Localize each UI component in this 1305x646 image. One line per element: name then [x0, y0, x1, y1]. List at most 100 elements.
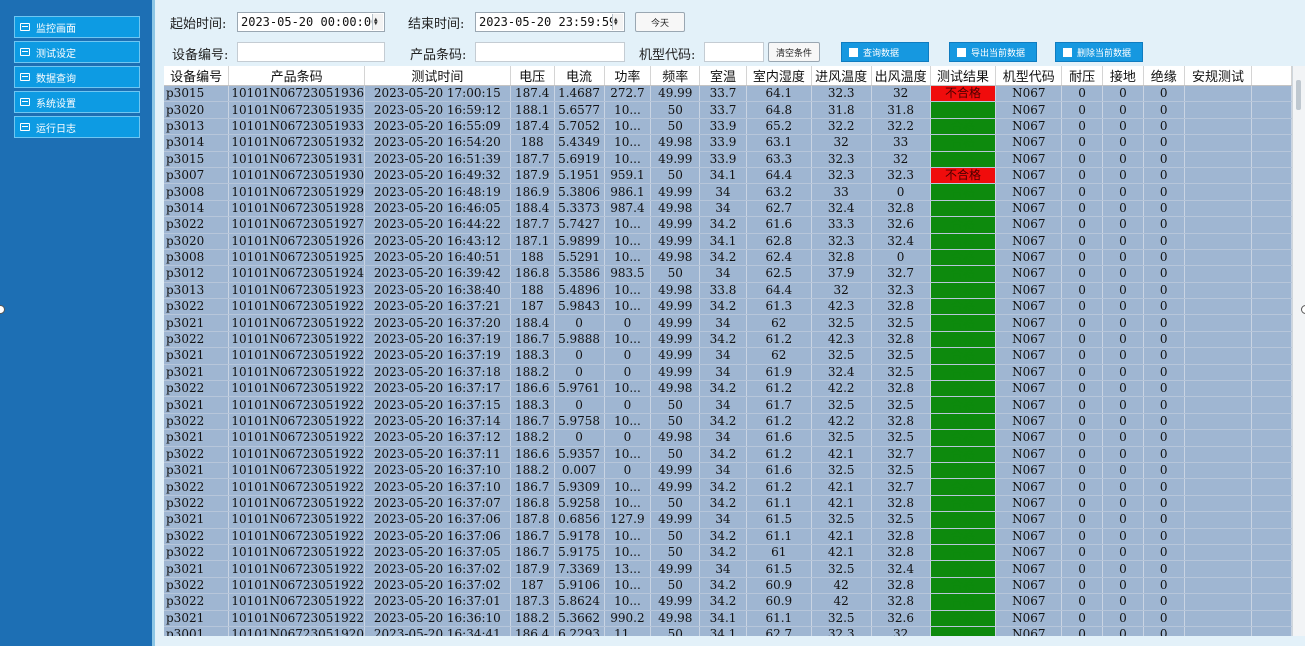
- delete-data-button[interactable]: 删除当前数据: [1055, 42, 1143, 62]
- table-row[interactable]: p3022 10101N06723051922 2023-05-20 16:37:2…: [164, 298, 1292, 316]
- query-data-button[interactable]: 查询数据: [841, 42, 929, 62]
- column-header[interactable]: 产品条码: [228, 66, 365, 86]
- table-row[interactable]: p3022 10101N06723051922 2023-05-20 16:37:1…: [164, 478, 1292, 496]
- model-code-input[interactable]: [704, 42, 764, 62]
- column-header[interactable]: 室内湿度: [746, 66, 812, 86]
- table-row[interactable]: p3020 10101N06723051926 2023-05-20 16:43:1…: [164, 233, 1292, 250]
- table-cell: 0: [1143, 495, 1185, 513]
- table-cell: 0: [1061, 282, 1103, 300]
- end-time-spinner-icon[interactable]: [612, 11, 623, 33]
- end-time-picker[interactable]: 2023-05-20 23:59:59: [475, 11, 625, 33]
- column-header[interactable]: 接地: [1102, 66, 1144, 86]
- table-row[interactable]: p3014 10101N06723051932 2023-05-20 16:54:2…: [164, 134, 1292, 152]
- table-row[interactable]: p3022 10101N06723051922 2023-05-20 16:37:1…: [164, 380, 1292, 398]
- table-row[interactable]: p3021 10101N06723051922 2023-05-20 16:37:1…: [164, 347, 1292, 365]
- export-data-button[interactable]: 导出当前数据: [949, 42, 1037, 62]
- device-id-input[interactable]: [237, 42, 385, 62]
- table-row[interactable]: p3007 10101N06723051930 2023-05-20 16:49:3…: [164, 167, 1292, 185]
- table-row[interactable]: p3021 10101N06723051922 2023-05-20 16:37:1…: [164, 429, 1292, 447]
- clear-conditions-button[interactable]: 清空条件: [768, 42, 820, 62]
- table-row[interactable]: p3021 10101N06723051922 2023-05-20 16:37:2…: [164, 314, 1292, 332]
- table-cell: 5.7427: [554, 216, 605, 234]
- scrollbar-thumb[interactable]: [1296, 80, 1301, 110]
- table-cell: 60.9: [746, 577, 812, 595]
- table-cell: 合格: [930, 101, 997, 119]
- table-cell: 32.5: [871, 364, 931, 382]
- table-cell: 合格: [930, 544, 997, 562]
- column-header[interactable]: 出风温度: [871, 66, 931, 86]
- table-row[interactable]: p3021 10101N06723051922 2023-05-20 16:37:1…: [164, 396, 1292, 414]
- column-header[interactable]: 测试结果: [930, 66, 997, 86]
- table-row[interactable]: p3021 10101N06723051922 2023-05-20 16:37:1…: [164, 462, 1292, 480]
- table-row[interactable]: p3013 10101N06723051933 2023-05-20 16:55:0…: [164, 118, 1292, 136]
- column-header[interactable]: 室温: [699, 66, 747, 86]
- table-cell: 61.3: [746, 298, 812, 316]
- table-cell: p3021: [164, 560, 230, 578]
- table-cell: N067: [995, 118, 1063, 136]
- table-cell: 0: [1102, 101, 1144, 119]
- table-cell: 0: [1143, 314, 1185, 332]
- table-cell: 959.1: [604, 167, 652, 185]
- table-row[interactable]: p3008 10101N06723051925 2023-05-20 16:40:5…: [164, 249, 1292, 267]
- sidebar-item-monitor[interactable]: 监控画面: [14, 16, 140, 38]
- start-time-picker[interactable]: 2023-05-20 00:00:00: [237, 11, 385, 33]
- table-cell: 0: [1143, 577, 1185, 595]
- table-row[interactable]: p3001 10101N06723051920 2023-05-20 16:34:4…: [164, 626, 1292, 636]
- table-cell: p3021: [164, 314, 230, 332]
- table-row[interactable]: p3013 10101N06723051923 2023-05-20 16:38:4…: [164, 282, 1292, 300]
- table-row[interactable]: p3022 10101N06723051922 2023-05-20 16:37:1…: [164, 413, 1292, 431]
- table-row[interactable]: p3012 10101N06723051924 2023-05-20 16:39:4…: [164, 265, 1292, 283]
- table-row[interactable]: p3022 10101N06723051922 2023-05-20 16:37:1…: [164, 446, 1292, 463]
- table-row[interactable]: p3022 10101N06723051922 2023-05-20 16:37:0…: [164, 577, 1292, 595]
- table-cell: 0: [1102, 495, 1144, 513]
- sidebar-item-run-log[interactable]: 运行日志: [14, 116, 140, 138]
- column-header[interactable]: 测试时间: [364, 66, 511, 86]
- table-cell: p3007: [164, 167, 230, 185]
- table-row[interactable]: p3015 10101N06723051931 2023-05-20 16:51:3…: [164, 151, 1292, 168]
- table-cell: 合格: [930, 446, 997, 463]
- column-header[interactable]: 电压: [510, 66, 555, 86]
- start-time-spinner-icon[interactable]: [372, 11, 383, 33]
- table-row[interactable]: p3015 10101N06723051936 2023-05-20 17:00:1…: [164, 85, 1292, 103]
- start-time-value: 2023-05-20 00:00:00: [241, 15, 379, 29]
- table-row[interactable]: p3021 10101N06723051922 2023-05-20 16:37:0…: [164, 560, 1292, 578]
- sidebar-item-system-settings[interactable]: 系统设置: [14, 91, 140, 113]
- table-row[interactable]: p3022 10101N06723051922 2023-05-20 16:37:0…: [164, 593, 1292, 611]
- table-cell: 187.7: [510, 216, 555, 234]
- column-header[interactable]: 绝缘: [1143, 66, 1185, 86]
- column-header[interactable]: 设备编号: [164, 66, 230, 86]
- table-cell: 5.9888: [554, 331, 605, 349]
- table-row[interactable]: p3022 10101N06723051922 2023-05-20 16:37:0…: [164, 495, 1292, 513]
- vertical-scrollbar[interactable]: [1292, 66, 1305, 636]
- column-header[interactable]: 机型代码: [995, 66, 1063, 86]
- column-header[interactable]: 频率: [650, 66, 701, 86]
- table-row[interactable]: p3022 10101N06723051922 2023-05-20 16:37:0…: [164, 528, 1292, 545]
- today-button[interactable]: 今天: [635, 12, 685, 32]
- column-header[interactable]: 安规测试: [1184, 66, 1253, 86]
- data-grid[interactable]: 设备编号 产品条码 测试时间 电压 电流 功率 频率 室温 室内湿度 进风温度 出风温度 测试结果 机型…: [164, 66, 1292, 636]
- table-row[interactable]: p3021 10101N06723051922 2023-05-20 16:36:1…: [164, 610, 1292, 627]
- sidebar-item-test-settings[interactable]: 测试设定: [14, 41, 140, 63]
- column-header[interactable]: 电流: [554, 66, 605, 86]
- table-row[interactable]: p3022 10101N06723051922 2023-05-20 16:37:1…: [164, 331, 1292, 349]
- table-cell: p3014: [164, 200, 230, 218]
- table-cell: N067: [995, 265, 1063, 283]
- table-row[interactable]: p3008 10101N06723051929 2023-05-20 16:48:1…: [164, 183, 1292, 201]
- table-cell: 合格: [930, 396, 997, 414]
- table-row[interactable]: p3021 10101N06723051922 2023-05-20 16:37:1…: [164, 364, 1292, 382]
- barcode-input[interactable]: [475, 42, 625, 62]
- table-row[interactable]: p3022 10101N06723051922 2023-05-20 16:37:0…: [164, 544, 1292, 562]
- table-cell: 49.99: [650, 183, 701, 201]
- table-row[interactable]: p3022 10101N06723051927 2023-05-20 16:44:2…: [164, 216, 1292, 234]
- column-header[interactable]: 功率: [604, 66, 652, 86]
- column-header[interactable]: 进风温度: [811, 66, 872, 86]
- table-cell: [1184, 85, 1253, 103]
- table-cell: 32.3: [811, 233, 872, 250]
- sidebar-item-data-query[interactable]: 数据查询: [14, 66, 140, 88]
- column-header[interactable]: 耐压: [1061, 66, 1103, 86]
- resize-handle-right-icon[interactable]: [1301, 305, 1305, 314]
- table-cell-filler: [1251, 249, 1292, 267]
- table-row[interactable]: p3020 10101N06723051935 2023-05-20 16:59:1…: [164, 101, 1292, 119]
- table-row[interactable]: p3021 10101N06723051922 2023-05-20 16:37:0…: [164, 511, 1292, 529]
- table-row[interactable]: p3014 10101N06723051928 2023-05-20 16:46:0…: [164, 200, 1292, 218]
